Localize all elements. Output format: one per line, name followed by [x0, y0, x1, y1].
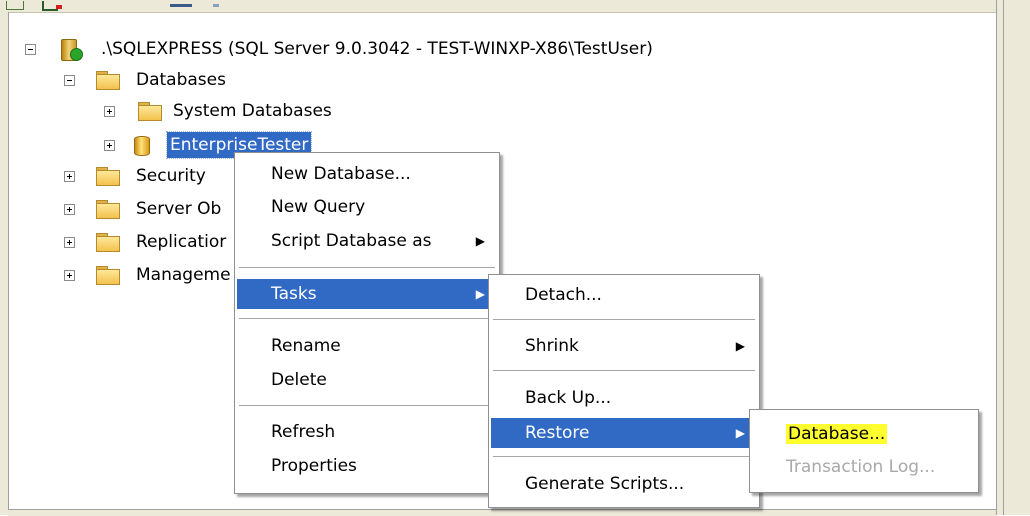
restore-label: Restore	[525, 423, 590, 443]
menu-item-rename[interactable]: Rename	[237, 331, 497, 361]
folder-icon	[96, 233, 120, 252]
expand-icon[interactable]	[104, 140, 115, 151]
toolbar-refresh-icon[interactable]	[170, 4, 192, 7]
menu-item-tasks[interactable]: Tasks ▶	[237, 279, 497, 309]
tasks-label: Tasks	[271, 284, 317, 304]
script-database-as-label: Script Database as	[271, 231, 432, 251]
toolbar-connect-icon[interactable]	[6, 1, 24, 10]
collapse-icon[interactable]	[64, 75, 75, 86]
menu-separator	[239, 318, 495, 319]
toolbar-stop-icon[interactable]	[56, 5, 62, 9]
security-label[interactable]: Security	[136, 163, 206, 189]
menu-separator	[493, 456, 755, 457]
submenu-arrow-icon: ▶	[735, 339, 745, 353]
expand-icon[interactable]	[64, 171, 75, 182]
menu-separator	[239, 405, 495, 406]
menu-item-back-up[interactable]: Back Up...	[491, 383, 757, 413]
menu-item-restore-database[interactable]: Database...	[752, 419, 976, 449]
menu-item-restore[interactable]: Restore ▶	[491, 418, 757, 448]
menu-separator	[493, 370, 755, 371]
vertical-scrollbar[interactable]	[996, 0, 1030, 515]
menu-item-transaction-log: Transaction Log...	[786, 457, 936, 477]
shrink-label: Shrink	[525, 336, 579, 356]
menu-item-shrink[interactable]: Shrink ▶	[491, 331, 757, 361]
expand-icon[interactable]	[104, 106, 115, 117]
folder-icon	[138, 102, 162, 121]
folder-icon	[96, 167, 120, 186]
database-icon	[134, 134, 150, 156]
submenu-arrow-icon: ▶	[475, 234, 485, 248]
folder-icon	[96, 266, 120, 285]
expand-icon[interactable]	[64, 270, 75, 281]
folder-icon	[96, 200, 120, 219]
menu-item-delete[interactable]: Delete	[237, 365, 497, 395]
window-left-border	[0, 12, 9, 515]
submenu-arrow-icon: ▶	[735, 426, 745, 440]
restore-database-label: Database...	[786, 424, 888, 444]
menu-item-properties[interactable]: Properties	[237, 451, 497, 481]
menu-item-script-database-as[interactable]: Script Database as ▶	[237, 226, 497, 256]
system-databases-label[interactable]: System Databases	[173, 98, 332, 124]
expand-icon[interactable]	[64, 204, 75, 215]
databases-label[interactable]: Databases	[136, 67, 226, 93]
restore-submenu: Database... Transaction Log...	[749, 409, 979, 493]
menu-separator	[239, 267, 495, 268]
server-icon	[61, 37, 83, 61]
toolbar-filter-icon[interactable]	[213, 4, 219, 7]
server-objects-label[interactable]: Server Ob	[136, 196, 221, 222]
tasks-submenu: Detach... Shrink ▶ Back Up... Restore ▶ …	[488, 274, 760, 508]
menu-separator	[493, 319, 755, 320]
management-label[interactable]: Manageme	[136, 262, 231, 288]
submenu-arrow-icon: ▶	[475, 287, 485, 301]
menu-item-new-database[interactable]: New Database...	[237, 159, 497, 189]
context-menu: New Database... New Query Script Databas…	[234, 152, 500, 494]
folder-icon	[96, 71, 120, 90]
replication-label[interactable]: Replicatior	[136, 229, 226, 255]
menu-item-generate-scripts[interactable]: Generate Scripts...	[491, 469, 757, 499]
menu-item-detach[interactable]: Detach...	[491, 280, 757, 310]
server-label[interactable]: .\SQLEXPRESS (SQL Server 9.0.3042 - TEST…	[101, 36, 653, 62]
menu-item-new-query[interactable]: New Query	[237, 192, 497, 222]
expand-icon[interactable]	[64, 237, 75, 248]
toolbar-strip	[0, 0, 1030, 13]
collapse-icon[interactable]	[25, 44, 36, 55]
menu-item-refresh[interactable]: Refresh	[237, 417, 497, 447]
